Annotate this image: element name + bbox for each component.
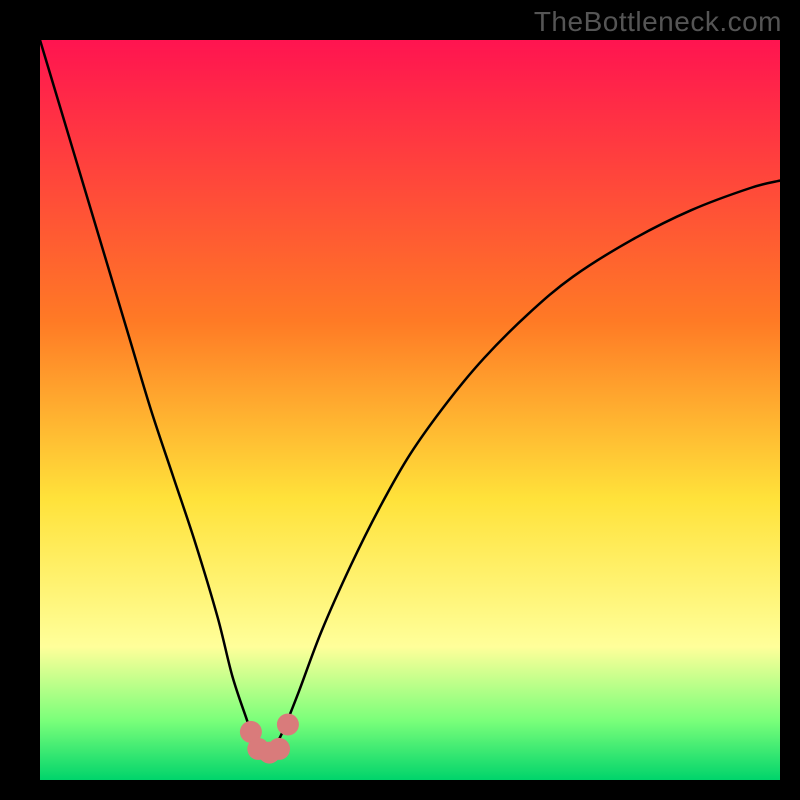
bottleneck-curve — [40, 40, 780, 751]
curve-layer — [40, 40, 780, 780]
watermark-text: TheBottleneck.com — [534, 6, 782, 38]
sweet-spot-markers — [240, 714, 299, 764]
sweet-spot-right — [277, 714, 299, 736]
plot-area — [40, 40, 780, 780]
sweet-spot-well-c — [268, 738, 290, 760]
chart-frame: TheBottleneck.com — [0, 0, 800, 800]
